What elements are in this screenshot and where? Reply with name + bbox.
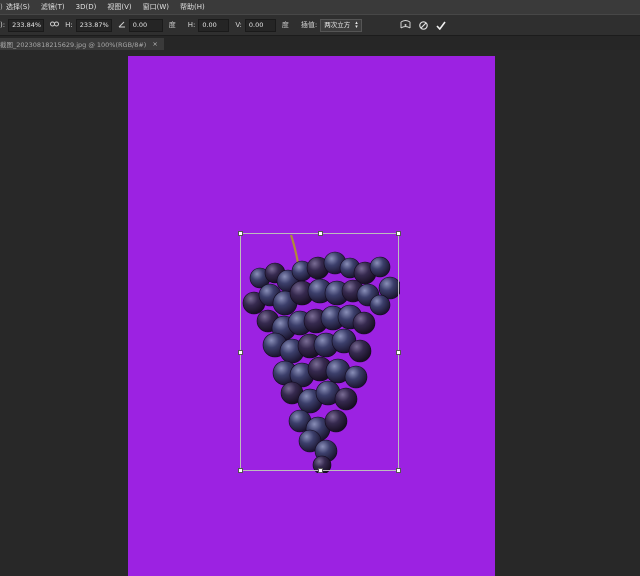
width-label: ): [0, 21, 6, 29]
options-bar: ): 233.84% H: 233.87% 0.00 度 H: 0.00 V: … [0, 14, 640, 36]
menu-view[interactable]: 视图(V) [107, 2, 131, 12]
transform-handle-top[interactable] [317, 231, 323, 236]
menu-window[interactable]: 窗口(W) [143, 2, 169, 12]
vskew-field[interactable]: 0.00 [244, 18, 276, 32]
transform-handle-right[interactable] [396, 350, 401, 355]
transform-handle-bottom-right[interactable] [396, 468, 401, 473]
interpolation-label: 插值: [300, 21, 318, 29]
transform-bounding-box[interactable] [240, 233, 399, 471]
commit-transform-icon[interactable] [436, 21, 446, 30]
interpolation-select[interactable]: 两次立方 ▴ ▾ [320, 18, 362, 32]
transform-handle-top-left[interactable] [238, 231, 243, 236]
width-field[interactable]: 233.84% [8, 18, 45, 32]
close-icon[interactable]: × [152, 40, 157, 48]
menu-3d[interactable]: 3D(D) [76, 3, 97, 11]
interpolation-value: 两次立方 [324, 20, 351, 29]
transform-handle-left[interactable] [238, 350, 243, 355]
transform-handle-bottom[interactable] [317, 468, 323, 473]
vskew-label: V: [235, 21, 242, 29]
menu-bar: ) 选择(S) 滤镜(T) 3D(D) 视图(V) 窗口(W) 帮助(H) [0, 0, 640, 14]
hskew-field[interactable]: 0.00 [198, 18, 230, 32]
warp-icon[interactable] [400, 20, 411, 30]
menu-select[interactable]: 选择(S) [6, 2, 30, 12]
document-tab[interactable]: 截图_20230818215629.jpg @ 100%(RGB/8#) × [0, 38, 164, 50]
vskew-unit: 度 [281, 21, 289, 29]
height-field[interactable]: 233.87% [75, 18, 112, 32]
angle-icon [118, 21, 126, 30]
menu-help[interactable]: 帮助(H) [180, 2, 205, 12]
document-tab-title: 截图_20230818215629.jpg @ 100%(RGB/8#) [0, 41, 147, 49]
angle-field[interactable]: 0.00 [128, 18, 163, 32]
hskew-label: H: [187, 21, 196, 29]
document-tab-bar: 截图_20230818215629.jpg @ 100%(RGB/8#) × [0, 36, 640, 50]
dropdown-arrows-icon: ▴ ▾ [355, 20, 358, 30]
menu-filter[interactable]: 滤镜(T) [41, 2, 65, 12]
link-icon[interactable] [50, 21, 60, 29]
transform-handle-top-right[interactable] [396, 231, 401, 236]
height-label: H: [65, 21, 73, 29]
cancel-transform-icon[interactable] [418, 20, 428, 30]
transform-handle-bottom-left[interactable] [238, 468, 243, 473]
angle-unit: 度 [168, 21, 176, 29]
